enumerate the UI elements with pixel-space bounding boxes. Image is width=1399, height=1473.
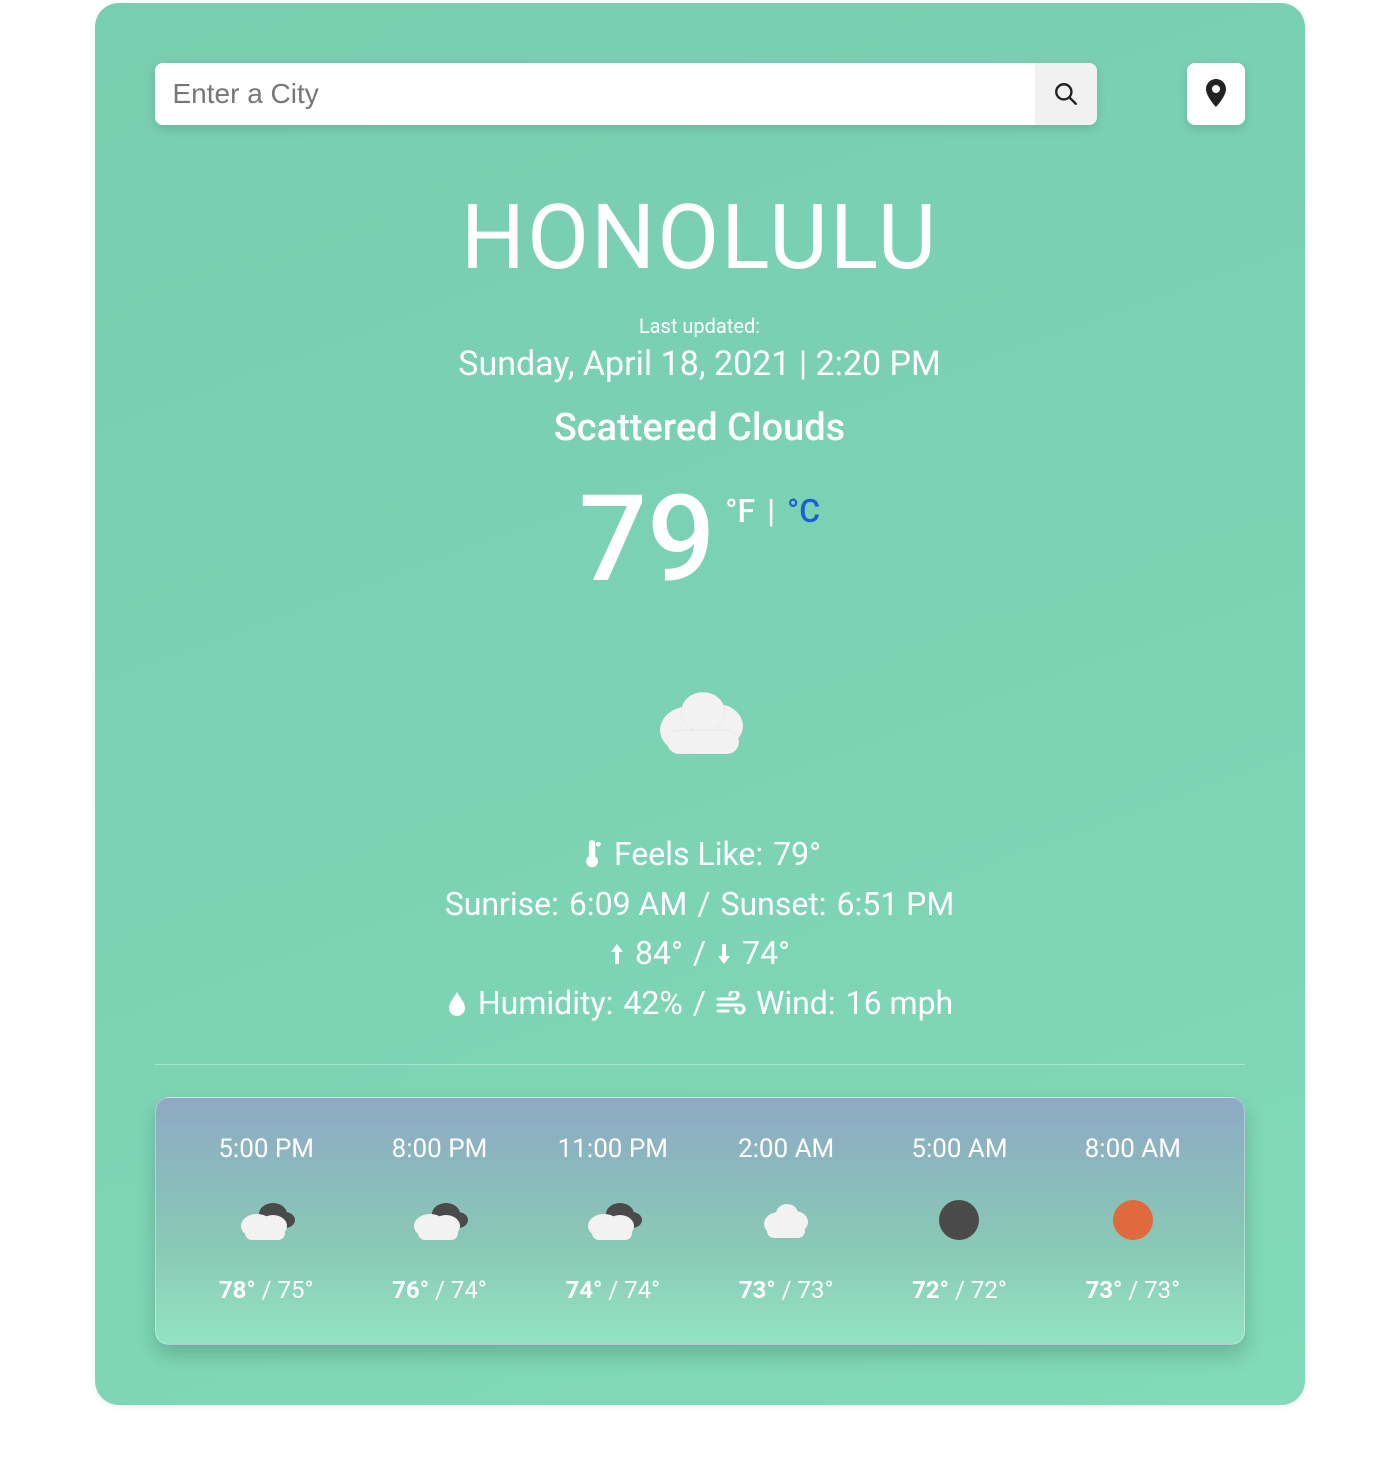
forecast-lo: 74° xyxy=(624,1276,660,1304)
wind-icon xyxy=(716,991,746,1017)
wind-value: 16 mph xyxy=(846,979,954,1029)
unit-celsius[interactable]: °C xyxy=(787,492,820,530)
forecast-time: 11:00 PM xyxy=(526,1134,699,1164)
humidity-wind-row: Humidity: 42% / Wind: 16 mph xyxy=(155,979,1245,1029)
forecast-sep: / xyxy=(429,1276,451,1304)
forecast-temps: 73° / 73° xyxy=(1046,1276,1219,1304)
arrow-up-icon xyxy=(609,942,625,966)
forecast-lo: 73° xyxy=(1144,1276,1180,1304)
sun-times-row: Sunrise: 6:09 AM / Sunset: 6:51 PM xyxy=(155,880,1245,930)
forecast-panel: 5:00 PM78° / 75°8:00 PM76° / 74°11:00 PM… xyxy=(155,1097,1245,1345)
sun-dark-icon xyxy=(873,1192,1046,1248)
forecast-item: 11:00 PM 74° / 74° xyxy=(526,1134,699,1304)
droplet-icon xyxy=(446,990,468,1018)
sunrise-label: Sunrise: xyxy=(445,880,559,930)
forecast-lo: 75° xyxy=(278,1276,314,1304)
forecast-time: 5:00 PM xyxy=(180,1134,353,1164)
hw-sep: / xyxy=(693,979,706,1029)
divider xyxy=(155,1064,1245,1065)
humidity-value: 42% xyxy=(623,979,682,1029)
forecast-temps: 73° / 73° xyxy=(699,1276,872,1304)
forecast-sep: / xyxy=(1122,1276,1144,1304)
location-pin-icon xyxy=(1204,79,1228,109)
forecast-temps: 72° / 72° xyxy=(873,1276,1046,1304)
temperature-value: 79 xyxy=(579,480,715,600)
arrow-down-icon xyxy=(716,942,732,966)
forecast-time: 2:00 AM xyxy=(699,1134,872,1164)
main-weather-icon-wrap xyxy=(155,680,1245,760)
cloud-icon xyxy=(699,1192,872,1248)
forecast-item: 2:00 AM 73° / 73° xyxy=(699,1134,872,1304)
forecast-time: 5:00 AM xyxy=(873,1134,1046,1164)
search-wrap xyxy=(155,63,1097,125)
last-updated-time: Sunday, April 18, 2021 | 2:20 PM xyxy=(155,344,1245,384)
forecast-temps: 76° / 74° xyxy=(353,1276,526,1304)
temperature-row: 79 °F | °C xyxy=(155,480,1245,600)
condition-text: Scattered Clouds xyxy=(155,406,1245,450)
forecast-sep: / xyxy=(776,1276,798,1304)
search-icon xyxy=(1053,81,1079,107)
forecast-hi: 74° xyxy=(565,1276,602,1304)
hi-lo-row: 84° / 74° xyxy=(155,929,1245,979)
forecast-hi: 73° xyxy=(1085,1276,1122,1304)
forecast-temps: 74° / 74° xyxy=(526,1276,699,1304)
details: Feels Like: 79° Sunrise: 6:09 AM / Sunse… xyxy=(155,830,1245,1028)
feels-like-row: Feels Like: 79° xyxy=(155,830,1245,880)
feels-like-value: 79° xyxy=(773,830,821,880)
forecast-hi: 73° xyxy=(739,1276,776,1304)
search-button[interactable] xyxy=(1035,63,1097,125)
forecast-time: 8:00 AM xyxy=(1046,1134,1219,1164)
unit-toggle: °F | °C xyxy=(725,480,820,530)
search-input[interactable] xyxy=(155,63,1035,125)
forecast-item: 8:00 AM 73° / 73° xyxy=(1046,1134,1219,1304)
forecast-item: 8:00 PM 76° / 74° xyxy=(353,1134,526,1304)
forecast-lo: 74° xyxy=(451,1276,487,1304)
sunrise-value: 6:09 AM xyxy=(569,880,687,930)
cloud-dark-icon xyxy=(353,1192,526,1248)
forecast-sep: / xyxy=(602,1276,624,1304)
sun-sep: / xyxy=(697,880,710,930)
cloud-icon xyxy=(645,680,755,760)
hl-sep: / xyxy=(693,929,706,979)
forecast-hi: 76° xyxy=(392,1276,429,1304)
forecast-item: 5:00 PM 78° / 75° xyxy=(180,1134,353,1304)
weather-card: HONOLULU Last updated: Sunday, April 18,… xyxy=(95,3,1305,1405)
last-updated-label: Last updated: xyxy=(155,314,1245,338)
city-name: HONOLULU xyxy=(155,185,1245,290)
sun-orange-icon xyxy=(1046,1192,1219,1248)
unit-fahrenheit[interactable]: °F xyxy=(725,492,755,530)
forecast-hi: 72° xyxy=(912,1276,949,1304)
thermometer-icon xyxy=(578,840,604,870)
feels-like-label: Feels Like: xyxy=(614,830,763,880)
wind-label: Wind: xyxy=(756,979,836,1029)
low-value: 74° xyxy=(742,929,790,979)
high-value: 84° xyxy=(635,929,683,979)
cloud-dark-icon xyxy=(180,1192,353,1248)
forecast-item: 5:00 AM 72° / 72° xyxy=(873,1134,1046,1304)
location-button[interactable] xyxy=(1187,63,1245,125)
forecast-lo: 73° xyxy=(798,1276,834,1304)
unit-separator: | xyxy=(759,492,783,530)
forecast-sep: / xyxy=(949,1276,971,1304)
cloud-dark-icon xyxy=(526,1192,699,1248)
forecast-lo: 72° xyxy=(971,1276,1007,1304)
forecast-time: 8:00 PM xyxy=(353,1134,526,1164)
sunset-label: Sunset: xyxy=(721,880,827,930)
top-bar xyxy=(155,63,1245,125)
forecast-sep: / xyxy=(256,1276,278,1304)
humidity-label: Humidity: xyxy=(478,979,614,1029)
forecast-hi: 78° xyxy=(219,1276,256,1304)
forecast-temps: 78° / 75° xyxy=(180,1276,353,1304)
sunset-value: 6:51 PM xyxy=(837,880,955,930)
